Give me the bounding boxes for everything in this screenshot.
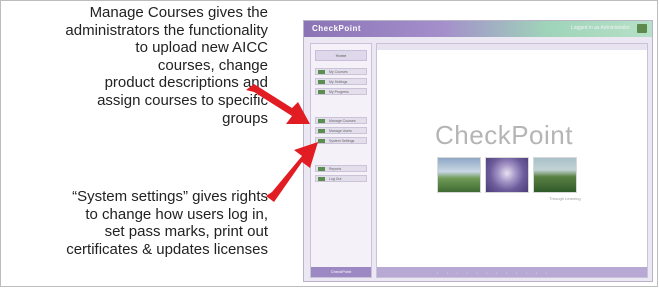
arrow-to-system-settings xyxy=(266,142,318,202)
callout-line: assign courses to specific xyxy=(97,91,268,109)
sidebar-item-manage-courses[interactable]: Manage Courses xyxy=(315,117,367,124)
sidebar-item-label: System Settings xyxy=(329,139,355,143)
main-panel: CheckPoint Through Learning • • • • • • … xyxy=(376,43,648,278)
callout-line: administrators the functionality xyxy=(65,21,268,39)
menu-bullet-icon xyxy=(318,70,325,74)
callout-line: to change how users log in, xyxy=(85,205,268,223)
footer-links: • • • • • • • • • • • • xyxy=(437,271,551,275)
callout-line: courses, change xyxy=(157,56,268,74)
lavender-photo xyxy=(485,157,529,193)
user-status-link[interactable]: Logged in as Administrator xyxy=(571,25,630,31)
sidebar-item-label: Log Out xyxy=(329,177,342,181)
callout-line: set pass marks, print out xyxy=(104,223,268,241)
sidebar-item-label: Reports xyxy=(329,167,342,171)
hills-photo xyxy=(533,157,577,193)
app-logo: CheckPoint xyxy=(312,24,362,33)
sidebar-item-label: My Courses xyxy=(329,70,348,74)
manage-courses-callout: Manage Courses gives the administrators … xyxy=(6,4,268,127)
sidebar-item-my-courses[interactable]: My Courses xyxy=(315,68,367,75)
sidebar-header[interactable]: Home xyxy=(315,50,367,61)
arrow-icon xyxy=(246,84,310,124)
brand-tagline: Through Learning xyxy=(549,196,581,201)
callout-line: groups xyxy=(222,109,268,127)
sidebar-footer: CheckPoint xyxy=(311,267,371,277)
sidebar-item-label: My Settings xyxy=(329,80,348,84)
sidebar-item-label: My Progress xyxy=(329,90,349,94)
arrow-to-manage-courses xyxy=(246,84,310,124)
footer-strip: • • • • • • • • • • • • xyxy=(377,267,647,277)
landscape-photo xyxy=(437,157,481,193)
callout-line: Manage Courses gives the xyxy=(89,4,268,21)
main-header-strip xyxy=(377,44,647,50)
sidebar-item-label: Manage Courses xyxy=(329,119,356,123)
callout-line: to upload new AICC xyxy=(135,39,268,57)
sidebar-item-my-progress[interactable]: My Progress xyxy=(315,88,367,95)
brand-title: CheckPoint xyxy=(435,120,573,150)
close-icon[interactable] xyxy=(637,24,647,33)
app-screenshot: CheckPoint Logged in as Administrator Ho… xyxy=(303,20,653,282)
callout-line: product descriptions and xyxy=(104,74,268,92)
sidebar-item-label: Manage Users xyxy=(329,129,352,133)
sidebar-item-my-settings[interactable]: My Settings xyxy=(315,78,367,85)
arrow-icon xyxy=(266,142,318,202)
callout-line: “System settings” gives rights xyxy=(72,188,268,205)
callout-line: certificates & updates licenses xyxy=(66,240,268,258)
system-settings-callout: “System settings” gives rights to change… xyxy=(6,188,268,258)
title-bar: CheckPoint Logged in as Administrator xyxy=(304,21,652,37)
